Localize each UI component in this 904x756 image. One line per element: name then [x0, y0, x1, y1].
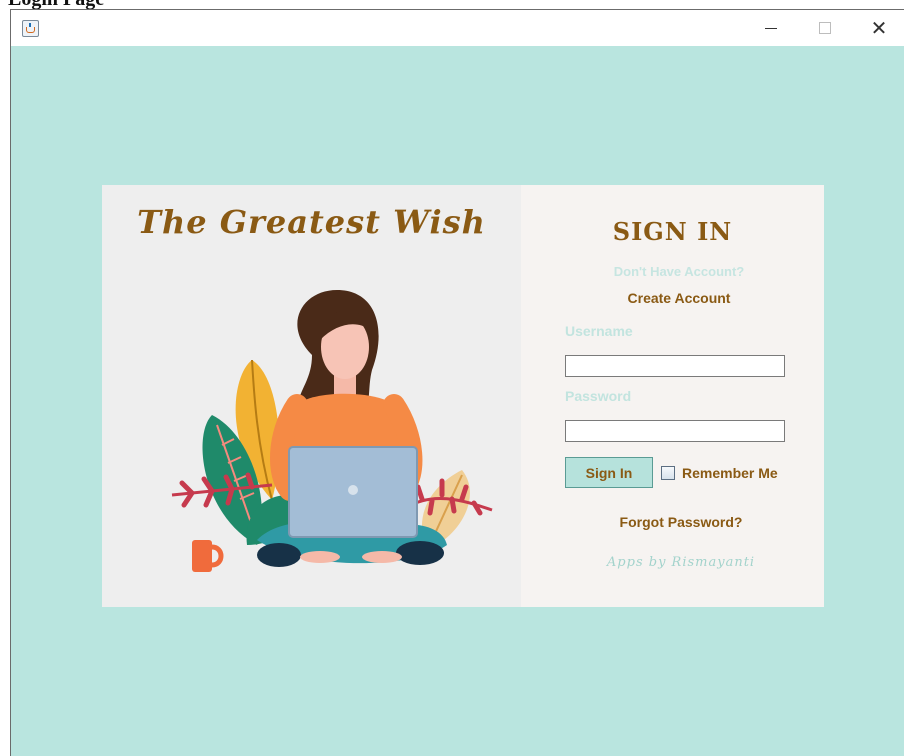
no-account-text: Don't Have Account?	[613, 264, 745, 279]
checkbox-box[interactable]	[661, 466, 675, 480]
maximize-button[interactable]	[802, 10, 848, 46]
brand-title: The Greatest Wish	[137, 203, 486, 241]
remember-me-checkbox[interactable]: Remember Me	[661, 465, 778, 481]
forgot-password-link[interactable]: Forgot Password?	[521, 514, 841, 530]
login-card: The Greatest Wish SIGN IN Don't Have Acc…	[102, 185, 824, 607]
close-icon: ✕	[870, 16, 888, 40]
create-account-link[interactable]: Create Account	[521, 290, 837, 306]
minimize-icon	[765, 27, 777, 29]
illustration-panel: The Greatest Wish	[102, 185, 521, 607]
username-field[interactable]	[565, 355, 785, 377]
signin-button[interactable]: Sign In	[565, 457, 653, 488]
login-window: ✕ The Greatest Wish SIGN IN Don't Have A…	[10, 9, 904, 756]
app-credit: Apps by Rismayanti	[606, 555, 756, 570]
maximize-icon	[819, 22, 831, 34]
woman-with-laptop-illustration	[171, 290, 493, 572]
username-label: Username	[565, 323, 633, 339]
minimize-button[interactable]	[748, 10, 794, 46]
signin-heading: SIGN IN	[612, 217, 733, 246]
signin-panel: SIGN IN Don't Have Account? Create Accou…	[521, 185, 824, 607]
password-label: Password	[565, 388, 632, 404]
remember-me-label: Remember Me	[682, 465, 778, 481]
title-bar[interactable]: ✕	[11, 10, 904, 46]
password-field[interactable]	[565, 420, 785, 442]
close-button[interactable]: ✕	[856, 10, 902, 46]
java-cup-icon	[22, 20, 39, 37]
